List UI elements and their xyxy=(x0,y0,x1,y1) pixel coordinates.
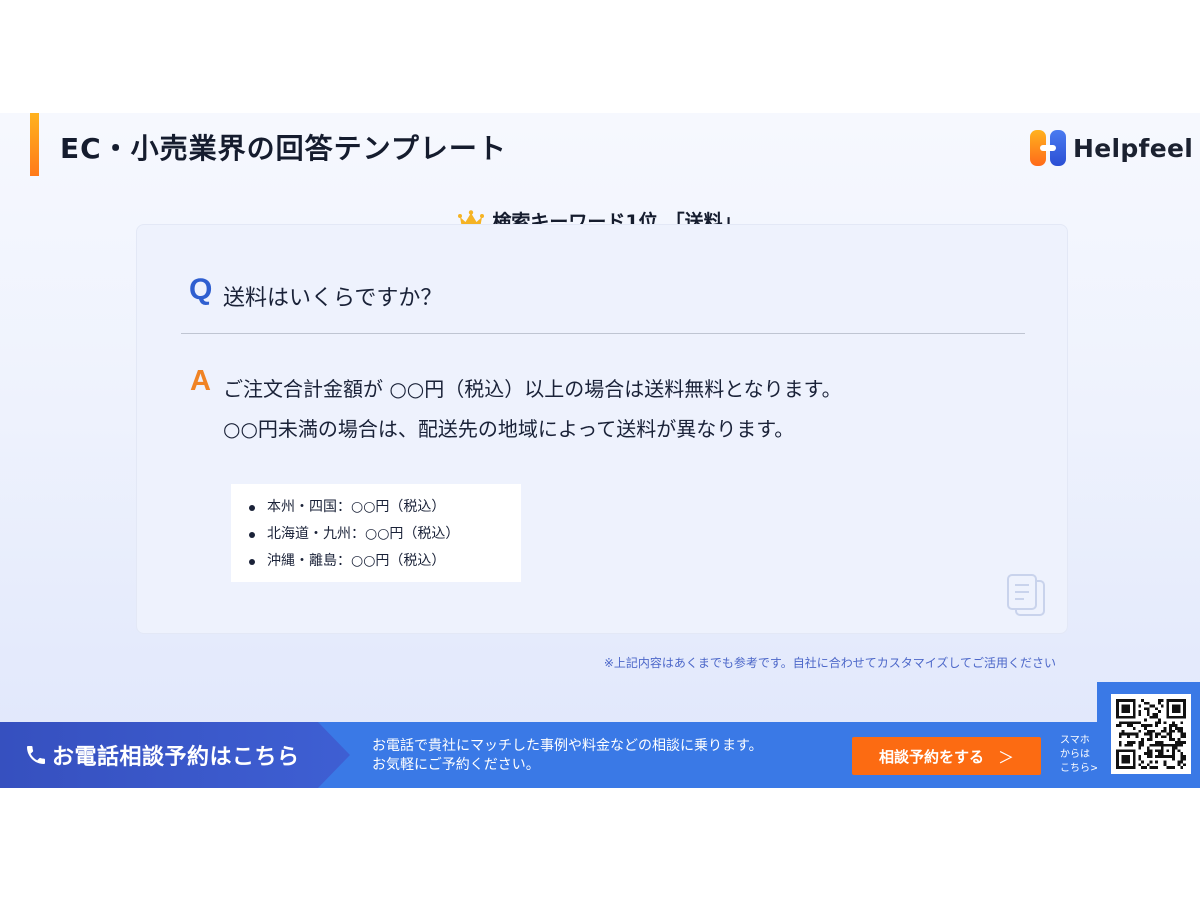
slide: EC・小売業界の回答テンプレート Helpfeel 検索キーワード1位 「送料」… xyxy=(0,113,1200,788)
page-title: EC・小売業界の回答テンプレート xyxy=(60,132,507,165)
bullet xyxy=(249,559,255,565)
answer-line: ○○円未満の場合は、配送先の地域によって送料が異なります。 xyxy=(223,417,795,441)
faq-card: Q 送料はいくらですか？ A ご注文合計金額が ○○円（税込）以上の場合は送料無… xyxy=(136,224,1068,634)
shipping-fee-box: 本州・四国：○○円（税込） 北海道・九州：○○円（税込） 沖縄・離島：○○円（税… xyxy=(231,484,521,582)
qr-code-frame[interactable] xyxy=(1111,694,1191,774)
copy-icon[interactable] xyxy=(1006,573,1048,617)
fee-text: 沖縄・離島：○○円（税込） xyxy=(267,553,446,569)
button-label: 相談予約をする xyxy=(878,747,984,766)
list-item: 北海道・九州：○○円（税込） xyxy=(249,521,511,548)
brand-name: Helpfeel xyxy=(1073,133,1194,163)
bullet xyxy=(249,532,255,538)
bullet xyxy=(249,505,255,511)
question-text: 送料はいくらですか？ xyxy=(223,286,443,311)
cta-title: お電話相談予約はこちら xyxy=(52,745,300,770)
title-accent-bar xyxy=(30,113,39,176)
brand-logo: Helpfeel xyxy=(1030,130,1193,166)
cta-bar: お電話相談予約はこちら お電話で貴社にマッチした事例や料金などの相談に乗ります。… xyxy=(0,722,1200,788)
list-item: 沖縄・離島：○○円（税込） xyxy=(249,548,511,575)
chevron-right-icon: ＞ xyxy=(998,748,1015,767)
qa-divider xyxy=(181,333,1025,334)
qr-code xyxy=(1116,699,1186,769)
answer-line: ご注文合計金額が ○○円（税込）以上の場合は送料無料となります。 xyxy=(223,377,842,401)
shipping-fee-list: 本州・四国：○○円（税込） 北海道・九州：○○円（税込） 沖縄・離島：○○円（税… xyxy=(249,494,511,575)
fee-text: 本州・四国：○○円（税込） xyxy=(267,499,446,515)
cta-description-line: お気軽にご予約ください。 xyxy=(372,757,540,773)
helpfeel-logo-icon xyxy=(1030,130,1066,166)
answer-mark: A xyxy=(190,365,211,397)
fee-text: 北海道・九州：○○円（税込） xyxy=(267,526,460,542)
phone-consultation-banner[interactable]: お電話相談予約はこちら xyxy=(0,722,350,788)
disclaimer-note: ※上記内容はあくまでも参考です。自社に合わせてカスタマイズしてご活用ください xyxy=(603,656,1056,670)
qr-code-panel xyxy=(1097,682,1200,788)
book-consultation-button[interactable]: 相談予約をする ＞ xyxy=(852,737,1041,775)
list-item: 本州・四国：○○円（税込） xyxy=(249,494,511,521)
question-mark: Q xyxy=(189,273,213,306)
cta-description: お電話で貴社にマッチした事例や料金などの相談に乗ります。 お気軽にご予約ください… xyxy=(372,737,763,775)
cta-description-line: お電話で貴社にマッチした事例や料金などの相談に乗ります。 xyxy=(372,738,763,754)
phone-icon xyxy=(27,746,45,764)
